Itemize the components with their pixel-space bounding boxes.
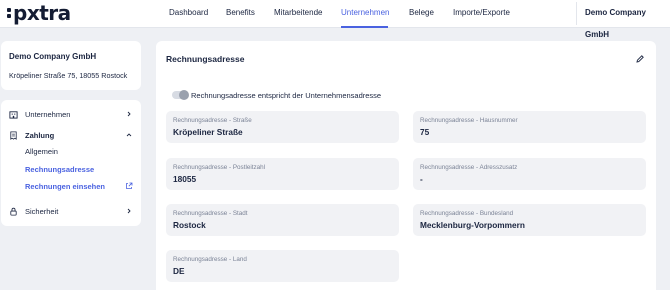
- field-bundesland[interactable]: Rechnungsadresse - Bundesland Mecklenbur…: [413, 204, 646, 236]
- chevron-right-icon: [127, 111, 131, 117]
- field-value: Rostock: [173, 220, 206, 230]
- receipt-icon: [10, 131, 17, 140]
- billing-address-card: Rechnungsadresse Rechnungsadresse entspr…: [156, 41, 656, 290]
- logo-text: pxtra: [13, 1, 71, 25]
- field-label: Rechnungsadresse - Straße: [173, 117, 252, 124]
- menu-label-unternehmen: Unternehmen: [25, 110, 71, 119]
- nav-benefits[interactable]: Benefits: [226, 0, 255, 28]
- external-link-icon[interactable]: [125, 182, 133, 190]
- field-label: Rechnungsadresse - Adresszusatz: [420, 164, 518, 171]
- field-label: Rechnungsadresse - Stadt: [173, 210, 248, 217]
- field-stadt[interactable]: Rechnungsadresse - Stadt Rostock: [166, 204, 399, 236]
- field-value: 75: [420, 127, 430, 137]
- company-switcher-button[interactable]: Demo Company GmbH: [576, 2, 670, 39]
- settings-menu: Unternehmen Zahlung Allgemein Rechnungsa…: [1, 100, 141, 226]
- submenu-rechnungen-einsehen[interactable]: Rechnungen einsehen: [25, 182, 105, 191]
- company-name: Demo Company GmbH: [9, 52, 97, 61]
- company-address: Kröpeliner Straße 75, 18055 Rostock: [9, 71, 128, 80]
- company-info-card: Demo Company GmbH Kröpeliner Straße 75, …: [1, 41, 141, 90]
- field-value: DE: [173, 266, 185, 276]
- chevron-up-icon: [126, 133, 132, 137]
- field-hausnummer[interactable]: Rechnungsadresse - Hausnummer 75: [413, 111, 646, 143]
- field-adresszusatz[interactable]: Rechnungsadresse - Adresszusatz -: [413, 158, 646, 190]
- submenu-rechnungsadresse[interactable]: Rechnungsadresse: [25, 165, 94, 174]
- field-label: Rechnungsadresse - Bundesland: [420, 210, 514, 217]
- field-value: Kröpeliner Straße: [173, 127, 243, 137]
- field-label: Rechnungsadresse - Postleitzahl: [173, 164, 266, 171]
- nav-unternehmen[interactable]: Unternehmen: [341, 0, 389, 28]
- pxtra-logo[interactable]: pxtra: [7, 1, 71, 25]
- nav-dashboard[interactable]: Dashboard: [169, 0, 208, 28]
- nav-belege[interactable]: Belege: [409, 0, 434, 28]
- building-icon: [9, 111, 18, 119]
- menu-label-zahlung: Zahlung: [25, 131, 55, 140]
- field-value: Mecklenburg-Vorpommern: [420, 220, 525, 230]
- toggle-knob: [179, 90, 189, 100]
- field-strasse[interactable]: Rechnungsadresse - Straße Kröpeliner Str…: [166, 111, 399, 143]
- menu-item-sicherheit[interactable]: Sicherheit: [1, 204, 141, 220]
- logo-colon-mark: [7, 6, 11, 20]
- pencil-edit-icon[interactable]: [635, 54, 645, 64]
- field-postleitzahl[interactable]: Rechnungsadresse - Postleitzahl 18055: [166, 158, 399, 190]
- field-label: Rechnungsadresse - Land: [173, 256, 247, 263]
- field-value: 18055: [173, 174, 197, 184]
- field-value: -: [420, 174, 423, 184]
- field-land[interactable]: Rechnungsadresse - Land DE: [166, 250, 399, 282]
- submenu-allgemein[interactable]: Allgemein: [25, 147, 58, 156]
- chevron-right-icon: [127, 208, 131, 214]
- same-address-toggle[interactable]: [172, 90, 189, 100]
- nav-mitarbeitende[interactable]: Mitarbeitende: [274, 0, 322, 28]
- same-address-toggle-label: Rechnungsadresse entspricht der Unterneh…: [191, 91, 382, 100]
- menu-label-sicherheit: Sicherheit: [25, 207, 59, 216]
- top-navigation-bar: pxtra Dashboard Benefits Mitarbeitende U…: [0, 0, 670, 39]
- lock-icon: [10, 207, 17, 216]
- menu-item-zahlung[interactable]: Zahlung: [1, 128, 141, 144]
- field-label: Rechnungsadresse - Hausnummer: [420, 117, 518, 124]
- page-title: Rechnungsadresse: [166, 54, 245, 64]
- nav-importe-exporte[interactable]: Importe/Exporte: [453, 0, 510, 28]
- menu-item-unternehmen[interactable]: Unternehmen: [1, 107, 141, 123]
